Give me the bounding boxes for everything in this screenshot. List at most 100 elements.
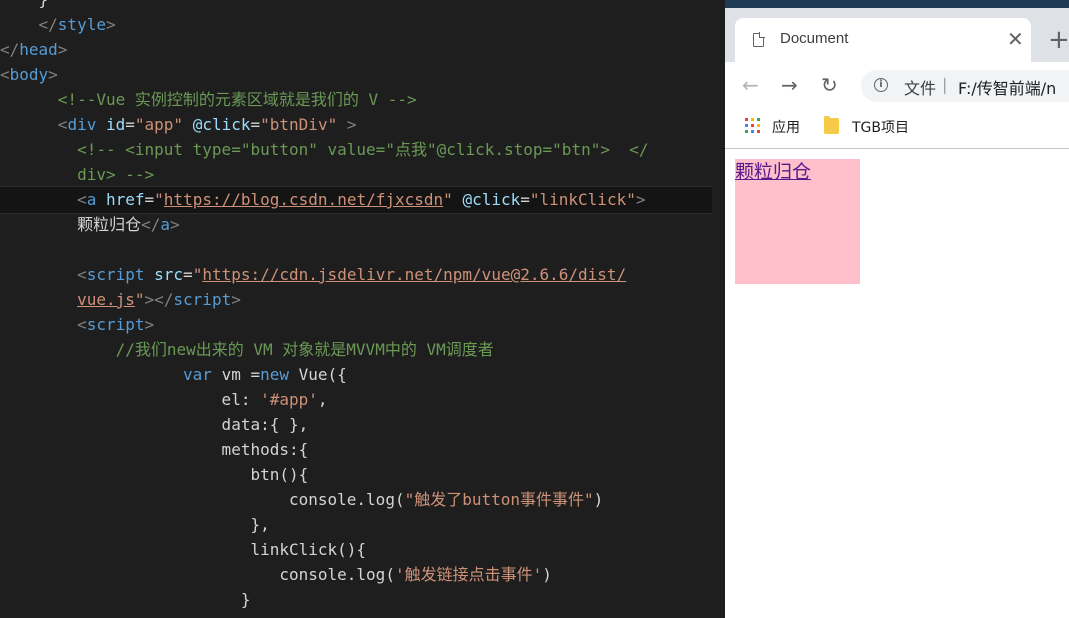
code-token: body [9,65,49,84]
code-token: "app" [134,115,184,134]
code-token: script [86,315,145,334]
apps-grid-icon[interactable] [745,118,761,134]
code-line: }, [0,512,270,537]
code-line: <script src="https://cdn.jsdelivr.net/np… [0,262,626,287]
code-token: </ [141,215,161,234]
code-line: vue.js"></script> [0,287,241,312]
code-token: https://blog.csdn.net/fjxcsdn [163,190,444,209]
code-token: = [183,265,193,284]
close-icon[interactable]: ✕ [1007,27,1024,51]
code-token: //我们new出来的 VM 对象就是MVVM中的 VM调度者 [115,340,494,359]
code-token: '触发链接点击事件' [394,565,543,584]
code-token: }, [0,515,270,534]
tab-title: Document [780,30,849,47]
code-token: methods:{ [0,440,309,459]
code-line: div> --> [0,162,154,187]
code-token: > [346,115,357,134]
code-token: <!--Vue 实例控制的元素区域就是我们的 V --> [57,90,417,109]
code-token: Vue({ [289,365,347,384]
browser-toolbar: ← → ↻ i 文件 | F:/传智前端/n [725,62,1069,110]
code-token: console.log( [0,490,405,509]
code-token: console.log( [0,565,395,584]
code-token: div> --> [77,165,155,184]
code-token: } [0,590,251,609]
code-token: "linkClick" [529,190,636,209]
desktop-wallpaper-strip [725,0,1069,8]
code-token: <!-- <input type="button" value="点我"@cli… [77,140,649,159]
app-div[interactable]: 颗粒归仓 [735,159,860,284]
forward-arrow-icon[interactable]: → [781,72,798,98]
code-token: = [250,115,261,134]
code-token: head [19,40,58,59]
code-token: var [183,365,212,384]
address-text[interactable]: F:/传智前端/n [958,75,1056,99]
code-token: ></ [144,290,174,309]
code-token: id [105,115,126,134]
omnibox-separator: | [942,75,948,94]
code-token: href [105,190,145,209]
code-token: = [520,190,530,209]
code-token: '#app' [260,390,318,409]
code-token: " [154,190,164,209]
new-tab-button[interactable]: + [1048,27,1069,53]
code-line: el: '#app', [0,387,328,412]
code-token: "btnDiv" [260,115,338,134]
code-token: < [0,65,10,84]
code-line: <!-- <input type="button" value="点我"@cli… [0,137,649,162]
document-icon [753,32,765,47]
code-line: console.log('触发链接点击事件') [0,562,552,587]
code-token: " [134,290,145,309]
code-token: 颗粒归仓 [0,215,142,234]
code-token: , [317,390,328,409]
code-token: " [192,265,203,284]
code-line: }, [0,612,241,618]
info-icon[interactable]: i [874,78,888,92]
address-bar[interactable]: i 文件 | F:/传智前端/n [861,70,1069,102]
code-token: data:{ }, [0,415,309,434]
bookmark-apps-label[interactable]: 应用 [772,117,800,137]
code-token: > [169,215,180,234]
code-line: data:{ }, [0,412,309,437]
browser-window: Document ✕ + ← → ↻ i 文件 | F:/传智前端/n 应用 T… [725,0,1069,618]
tab-document[interactable]: Document ✕ [735,18,1031,62]
code-token: </ [38,15,58,34]
code-line: <!--Vue 实例控制的元素区域就是我们的 V --> [0,87,417,112]
tab-strip: Document ✕ + [725,0,1069,62]
code-line: </style> [0,12,116,37]
code-token: ) [542,565,552,584]
code-token: btn(){ [0,465,309,484]
page-link[interactable]: 颗粒归仓 [735,159,811,185]
code-token: a [86,190,97,209]
code-token: src [154,265,184,284]
bookmark-folder-tgb[interactable]: TGB项目 [852,117,909,137]
code-token: > [635,190,646,209]
code-token: vm = [211,365,261,384]
back-arrow-icon[interactable]: ← [742,72,759,98]
reload-icon[interactable]: ↻ [821,72,838,98]
code-token: </ [0,40,20,59]
code-token: https://cdn.jsdelivr.net/npm/vue@2.6.6/d… [202,265,627,284]
code-token: > [105,15,116,34]
code-token: el: [0,390,261,409]
code-editor[interactable]: } </style></head><body> <!--Vue 实例控制的元素区… [0,0,725,618]
code-line: <body> [0,62,58,87]
code-token: } [0,0,49,9]
code-line: methods:{ [0,437,309,462]
code-token: div [67,115,97,134]
code-token: = [144,190,155,209]
code-line: linkClick(){ [0,537,366,562]
folder-icon [824,116,839,134]
